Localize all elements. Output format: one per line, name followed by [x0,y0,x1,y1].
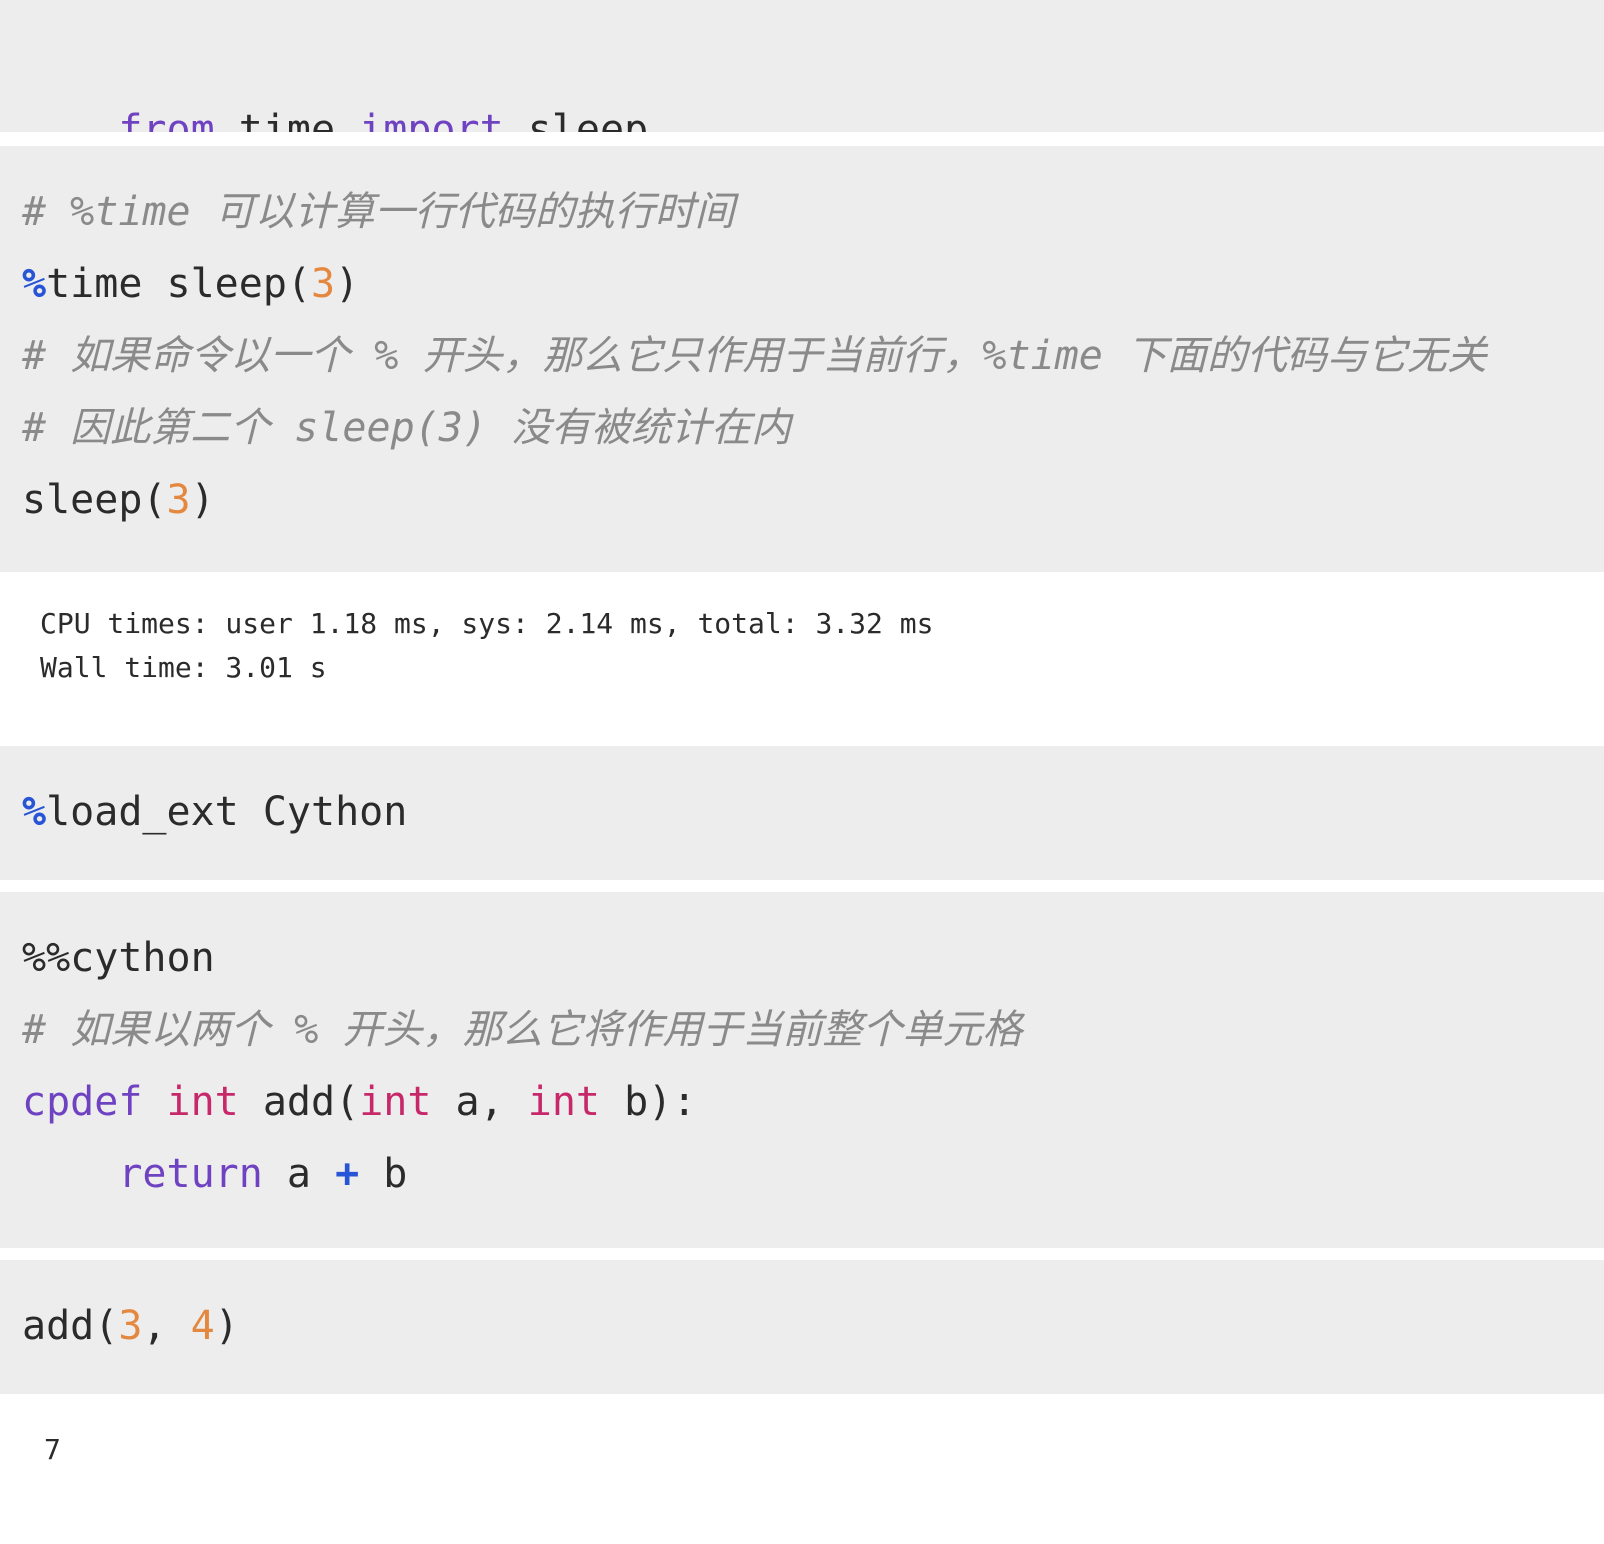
comment: # 如果以两个 % 开头，那么它将作用于当前整个单元格 [22,1007,1023,1053]
type-int: int [359,1079,432,1125]
code-token: time sleep( [46,261,311,307]
number-literal: 3 [311,261,336,307]
output-line: 7 [44,1433,61,1466]
comment-line: # 如果以两个 % 开头，那么它将作用于当前整个单元格 [22,994,1604,1066]
code-cell-time-magic[interactable]: # %time 可以计算一行代码的执行时间 %time sleep(3) # 如… [0,146,1604,572]
comment: # 如果命令以一个 % 开头，那么它只作用于当前行，%time 下面的代码与它无… [22,333,1487,379]
output-area-result: 7 [0,1394,1604,1544]
number-literal: 3 [118,1303,143,1349]
comment: # %time 可以计算一行代码的执行时间 [22,189,735,235]
cell-separator [0,1248,1604,1260]
comment-line: # 如果命令以一个 % 开头，那么它只作用于当前行，%time 下面的代码与它无… [22,320,1604,392]
code-cell-add-call[interactable]: add(3, 4) [0,1260,1604,1394]
keyword-cpdef: cpdef [22,1079,143,1125]
code-token: b [359,1151,408,1197]
code-token: time [214,107,360,132]
magic-percent: % [22,789,47,835]
code-line: %time sleep(3) [22,248,1604,320]
code-token: sleep [503,107,649,132]
cell-separator [0,880,1604,892]
type-int: int [527,1079,601,1125]
code-token: ) [335,261,360,307]
code-line: cpdef int add(int a, int b): [22,1066,1604,1138]
code-line: %%cython [22,922,1604,994]
magic-percent: % [22,261,47,307]
type-int: int [166,1079,239,1125]
code-token: load_ext Cython [46,789,408,835]
code-line: add(3, 4) [22,1290,1604,1362]
code-token: add( [238,1079,360,1125]
code-line: from time import sleep [22,22,1604,132]
output-line: Wall time: 3.01 s [40,651,327,684]
code-line: return a + b [22,1138,1604,1210]
number-literal: 3 [166,477,191,523]
operator-plus: + [335,1151,360,1197]
code-line: sleep(3) [22,464,1604,536]
keyword-from: from [118,107,215,132]
code-cell-import[interactable]: from time import sleep [0,0,1604,132]
output-area-timing: CPU times: user 1.18 ms, sys: 2.14 ms, t… [0,572,1604,746]
code-token: a, [431,1079,528,1125]
code-cell-cython[interactable]: %%cython # 如果以两个 % 开头，那么它将作用于当前整个单元格 cpd… [0,892,1604,1248]
comment-line: # 因此第二个 sleep(3) 没有被统计在内 [22,392,1604,464]
cell-separator [0,132,1604,146]
code-cell-load-ext[interactable]: %load_ext Cython [0,746,1604,880]
number-literal: 4 [190,1303,215,1349]
code-line: %load_ext Cython [22,776,1604,848]
code-token: add( [22,1303,119,1349]
keyword-return: return [118,1151,263,1197]
code-token: ) [190,477,215,523]
output-line: CPU times: user 1.18 ms, sys: 2.14 ms, t… [40,607,934,640]
comment: # 因此第二个 sleep(3) 没有被统计在内 [22,405,791,451]
code-token: a [262,1151,336,1197]
keyword-import: import [359,107,504,132]
comment-line: # %time 可以计算一行代码的执行时间 [22,176,1604,248]
code-token: b): [600,1079,697,1125]
code-token: sleep( [22,477,167,523]
cell-magic: %%cython [22,935,215,981]
code-token: , [142,1303,191,1349]
code-token: ) [214,1303,239,1349]
